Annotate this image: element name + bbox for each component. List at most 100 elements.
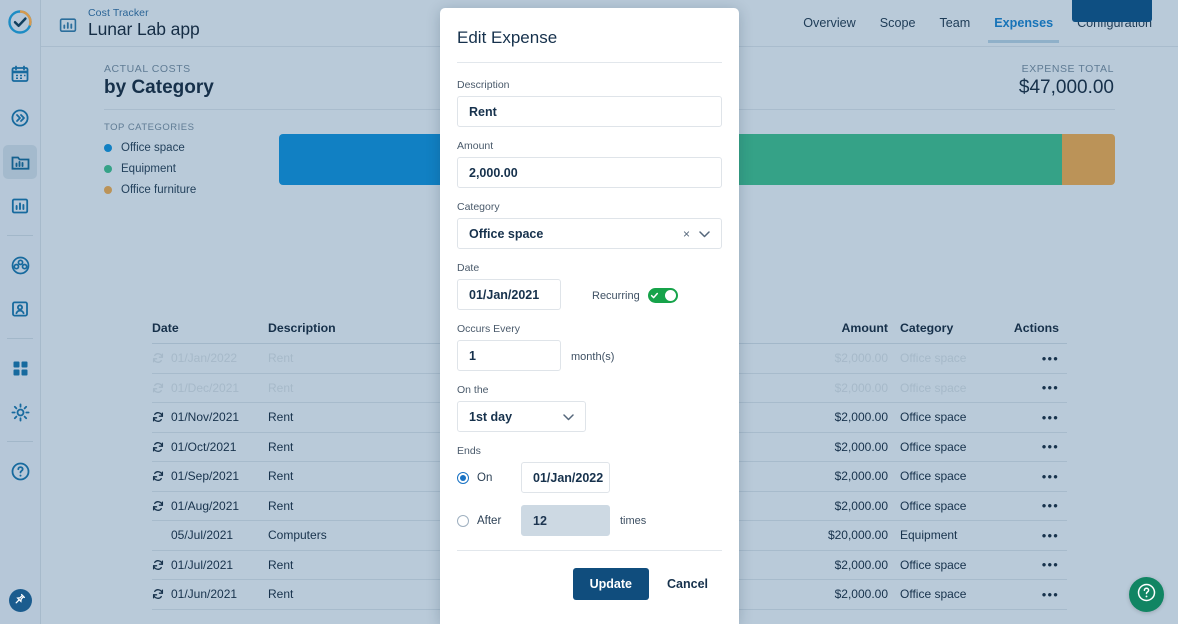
sidebar-item-resources[interactable] (3, 292, 37, 326)
cell-amount: $2,000.00 (834, 410, 888, 425)
edit-expense-modal: Edit Expense Description Rent Amount 2,0… (440, 8, 739, 624)
row-actions-menu-icon[interactable]: ••• (1042, 557, 1059, 572)
amount-input[interactable]: 2,000.00 (457, 157, 722, 188)
cell-category: Office space (900, 469, 967, 484)
bar-segment-office-furniture[interactable] (1061, 134, 1115, 185)
cell-date: 01/Nov/2021 (152, 410, 268, 424)
nav-item-team[interactable]: Team (927, 0, 982, 47)
recurring-icon (152, 441, 166, 453)
nav-item-expenses[interactable]: Expenses (982, 0, 1065, 47)
recurring-toggle[interactable] (647, 288, 678, 303)
nav-item-overview[interactable]: Overview (791, 0, 867, 47)
cell-category: Office space (900, 587, 967, 602)
date-text: 01/Jul/2021 (171, 557, 234, 572)
primary-action-button[interactable] (1072, 0, 1152, 22)
date-recurring-row: Date 01/Jan/2021 Recurring (457, 262, 722, 310)
cell-amount: $2,000.00 (834, 587, 888, 602)
brand-block: Cost Tracker Lunar Lab app (41, 7, 200, 38)
ends-label: Ends (457, 445, 481, 457)
row-actions-menu-icon[interactable]: ••• (1042, 528, 1059, 543)
ends-on-row: On 01/Jan/2022 (457, 462, 722, 493)
on-the-select[interactable]: 1st day (457, 401, 586, 432)
sidebar-item-teams[interactable] (3, 248, 37, 282)
sidebar-divider-2 (7, 338, 33, 339)
cell-date: 01/Aug/2021 (152, 499, 268, 513)
on-the-value: 1st day (469, 409, 513, 424)
sidebar-item-reports[interactable] (3, 189, 37, 223)
breadcrumb[interactable]: Cost Tracker (88, 7, 200, 19)
date-text: 05/Jul/2021 (171, 528, 234, 543)
date-field-group: Date 01/Jan/2021 (457, 262, 561, 310)
update-button[interactable]: Update (572, 568, 649, 600)
ends-group: Ends On 01/Jan/2022 After 12 times (457, 445, 722, 536)
date-label: Date (457, 262, 480, 274)
cancel-button[interactable]: Cancel (653, 568, 722, 600)
row-actions-menu-icon[interactable]: ••• (1042, 587, 1059, 602)
chart-folder-icon (57, 14, 78, 35)
sidebar-item-calendar[interactable] (3, 57, 37, 91)
nav-item-scope[interactable]: Scope (868, 0, 928, 47)
legend-item-office-space[interactable]: Office space (104, 142, 279, 154)
cell-category: Office space (900, 557, 967, 572)
row-actions-menu-icon[interactable]: ••• (1042, 469, 1059, 484)
legend-dot-icon (104, 186, 112, 194)
legend-dot-icon (104, 165, 112, 173)
left-sidebar (0, 0, 41, 624)
chevron-down-icon[interactable] (563, 410, 574, 424)
row-actions-menu-icon[interactable]: ••• (1042, 410, 1059, 425)
help-fab-button[interactable] (1129, 577, 1164, 612)
category-field-group: Category Office space × (457, 201, 722, 249)
ends-on-date-input[interactable]: 01/Jan/2022 (521, 462, 610, 493)
sidebar-item-apps[interactable] (3, 351, 37, 385)
legend-label: Office furniture (121, 184, 197, 196)
clear-icon[interactable]: × (683, 227, 690, 241)
ends-on-radio[interactable] (457, 471, 469, 484)
sidebar-pin-button[interactable] (8, 589, 32, 612)
cell-amount: $2,000.00 (834, 498, 888, 513)
chevron-down-icon[interactable] (699, 227, 710, 241)
cell-date: 01/Jul/2021 (152, 558, 268, 572)
check-circle-logo-icon[interactable] (7, 9, 33, 40)
occurs-every-input[interactable]: 1 (457, 340, 561, 371)
bar-segment-equipment[interactable] (705, 134, 1062, 185)
date-input[interactable]: 01/Jan/2021 (457, 279, 561, 310)
sidebar-item-help[interactable] (3, 454, 37, 488)
column-header-category[interactable]: Category (888, 321, 998, 335)
row-actions-menu-icon[interactable]: ••• (1042, 498, 1059, 513)
bar-chart-icon (10, 196, 30, 216)
row-actions-menu-icon[interactable]: ••• (1042, 351, 1059, 366)
sidebar-divider-3 (7, 441, 33, 442)
ends-on-label: On (477, 471, 493, 484)
column-header-date[interactable]: Date (152, 321, 268, 335)
row-actions-menu-icon[interactable]: ••• (1042, 439, 1059, 454)
recurring-icon (152, 382, 166, 394)
description-field-group: Description Rent (457, 79, 722, 127)
column-header-amount[interactable]: Amount (748, 321, 888, 335)
expense-total-value: $47,000.00 (1018, 77, 1114, 98)
sidebar-item-projects[interactable] (3, 145, 37, 179)
legend-item-office-furniture[interactable]: Office furniture (104, 184, 279, 196)
on-the-label: On the (457, 384, 489, 396)
cell-actions: ••• (998, 439, 1067, 454)
ends-after-row: After 12 times (457, 505, 722, 536)
cell-amount: $2,000.00 (834, 439, 888, 454)
cell-actions: ••• (998, 469, 1067, 484)
row-actions-menu-icon[interactable]: ••• (1042, 380, 1059, 395)
category-value: Office space (469, 226, 544, 241)
cell-actions: ••• (998, 351, 1067, 366)
legend-item-equipment[interactable]: Equipment (104, 163, 279, 175)
modal-title: Edit Expense (457, 28, 558, 47)
legend-label: Office space (121, 142, 185, 154)
modal-footer: Update Cancel (440, 551, 739, 600)
occurs-every-group: Occurs Every 1 month(s) (457, 323, 722, 371)
recurring-icon (152, 559, 166, 571)
sidebar-item-timeline[interactable] (3, 101, 37, 135)
sidebar-item-settings[interactable] (3, 395, 37, 429)
ends-after-input[interactable]: 12 (521, 505, 610, 536)
cell-actions: ••• (998, 587, 1067, 602)
category-select[interactable]: Office space × (457, 218, 722, 249)
cell-actions: ••• (998, 528, 1067, 543)
description-input[interactable]: Rent (457, 96, 722, 127)
grid-apps-icon (11, 359, 30, 378)
ends-after-radio[interactable] (457, 514, 469, 527)
